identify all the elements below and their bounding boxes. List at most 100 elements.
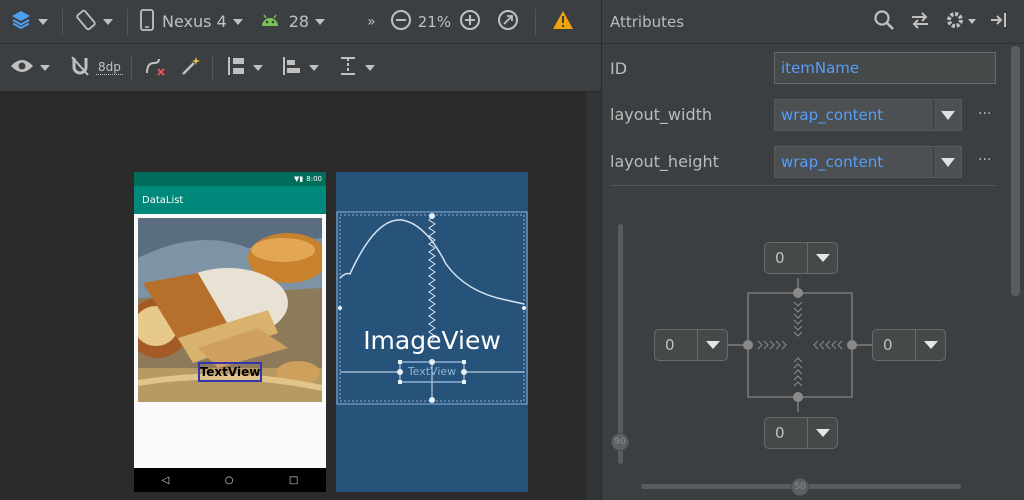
left-margin-select[interactable]: 0 (654, 329, 728, 361)
status-time: 8:00 (306, 175, 322, 183)
api-level-selector[interactable]: 28 (259, 0, 326, 43)
textview-preview[interactable]: TextView (198, 362, 262, 382)
infer-constraints-button[interactable] (180, 44, 202, 91)
layout-width-more-button[interactable]: ··· (978, 106, 991, 122)
panel-tools (873, 9, 1024, 35)
clear-constraints-icon (144, 55, 168, 81)
layout-width-select[interactable]: wrap_content (774, 99, 962, 131)
top-margin-value: 0 (775, 249, 785, 267)
editor-scrollbar-track[interactable] (586, 92, 601, 500)
blueprint-preview[interactable]: ImageView TextView (336, 172, 528, 492)
overflow-button[interactable]: » (367, 0, 376, 43)
chevron-down-icon (815, 254, 830, 262)
status-bar: ▼▮ 8:00 (134, 172, 326, 186)
chevron-down-icon (364, 64, 375, 71)
layout-height-select[interactable]: wrap_content (774, 146, 962, 178)
device-selector[interactable]: Nexus 4 (140, 0, 243, 43)
settings-button[interactable] (945, 10, 976, 34)
guidelines-button[interactable] (337, 44, 375, 91)
pack-button[interactable] (225, 44, 263, 91)
left-margin-value: 0 (665, 336, 675, 354)
design-preview[interactable]: ▼▮ 8:00 DataList TextView ◁ ○ □ (134, 172, 326, 492)
gear-icon (945, 10, 965, 34)
textview-blueprint[interactable]: TextView (400, 365, 464, 378)
layout-height-label: layout_height (610, 152, 719, 171)
chevron-down-icon (968, 19, 976, 24)
api-level: 28 (288, 12, 310, 31)
default-margin-value: 8dp (96, 60, 123, 75)
guideline-icon (337, 55, 359, 81)
design-surface-button[interactable] (10, 0, 48, 43)
attributes-header: Attributes (602, 0, 1024, 44)
chevron-down-icon (815, 429, 830, 437)
vertical-bias-knob[interactable]: 90 (611, 433, 629, 451)
id-label: ID (610, 59, 628, 78)
app-title: DataList (142, 194, 184, 206)
zoom-level: 21% (417, 12, 452, 31)
bottom-margin-dropdown[interactable] (807, 418, 837, 448)
search-icon[interactable] (873, 9, 895, 35)
rotate-device-icon (75, 9, 97, 35)
orientation-button[interactable] (75, 0, 113, 43)
clear-constraints-button[interactable] (144, 44, 168, 91)
toolbar-divider (127, 8, 128, 35)
warnings-button[interactable] (552, 0, 574, 43)
recents-icon: □ (288, 474, 299, 486)
align-left-icon (281, 55, 303, 81)
eye-icon (10, 58, 34, 78)
chevron-down-icon (308, 64, 319, 71)
toolbar-divider (211, 54, 213, 81)
attributes-panel: Attributes ID itemName layout_width wrap… (601, 0, 1024, 500)
hide-panel-icon[interactable] (990, 11, 1008, 33)
phone-icon (140, 8, 154, 35)
chevron-down-icon (103, 18, 113, 25)
align-button[interactable] (281, 44, 319, 91)
android-icon (259, 12, 281, 32)
navigation-bar: ◁ ○ □ (134, 468, 326, 492)
chevron-down-icon (940, 110, 955, 120)
zoom-out-icon (390, 9, 412, 35)
imageview-label: ImageView (363, 326, 501, 355)
default-margins-button[interactable]: 8dp (96, 44, 123, 91)
layers-icon (10, 9, 32, 35)
id-field[interactable]: itemName (774, 52, 996, 84)
zoom-in-icon (459, 9, 481, 35)
right-margin-dropdown[interactable] (915, 330, 945, 360)
editor-toolbar-top: Nexus 4 28 » 21% (0, 0, 601, 44)
vertical-bias-slider[interactable] (618, 224, 623, 464)
chevron-down-icon (705, 341, 720, 349)
zoom-in-button[interactable] (459, 0, 481, 43)
left-margin-dropdown[interactable] (697, 330, 727, 360)
layout-height-dropdown[interactable] (933, 147, 961, 177)
swap-icon[interactable] (909, 9, 931, 35)
zoom-out-button[interactable] (390, 0, 412, 43)
zoom-to-fit-button[interactable] (497, 0, 519, 43)
wifi-battery-icon: ▼▮ (294, 175, 304, 183)
top-margin-dropdown[interactable] (807, 243, 837, 273)
device-name: Nexus 4 (162, 12, 227, 31)
chevron-down-icon (315, 18, 326, 25)
view-options-button[interactable] (10, 44, 50, 91)
top-margin-select[interactable]: 0 (764, 242, 838, 274)
bottom-margin-value: 0 (775, 424, 785, 442)
autoconnect-toggle[interactable] (70, 44, 90, 91)
app-bar: DataList (134, 186, 326, 214)
back-icon: ◁ (161, 474, 170, 486)
bottom-margin-select[interactable]: 0 (764, 417, 838, 449)
magic-wand-icon (180, 55, 202, 81)
double-chevron-right-icon: » (367, 13, 376, 30)
right-margin-value: 0 (883, 336, 893, 354)
panel-title: Attributes (610, 12, 685, 31)
chevron-down-icon (252, 64, 263, 71)
layout-width-dropdown[interactable] (933, 100, 961, 130)
chevron-down-icon (40, 64, 50, 71)
right-margin-select[interactable]: 0 (872, 329, 946, 361)
zoom-fit-icon (497, 9, 519, 35)
editor-toolbar-bottom: 8dp (0, 44, 601, 92)
layout-height-more-button[interactable]: ··· (978, 152, 991, 168)
horizontal-bias-knob[interactable]: 50 (791, 478, 809, 496)
chevron-down-icon (232, 18, 243, 25)
toolbar-divider (130, 54, 132, 81)
layout-editor: Nexus 4 28 » 21% 8dp ▼▮ 8:00 DataList Te… (0, 0, 1024, 500)
attributes-divider (610, 185, 997, 186)
